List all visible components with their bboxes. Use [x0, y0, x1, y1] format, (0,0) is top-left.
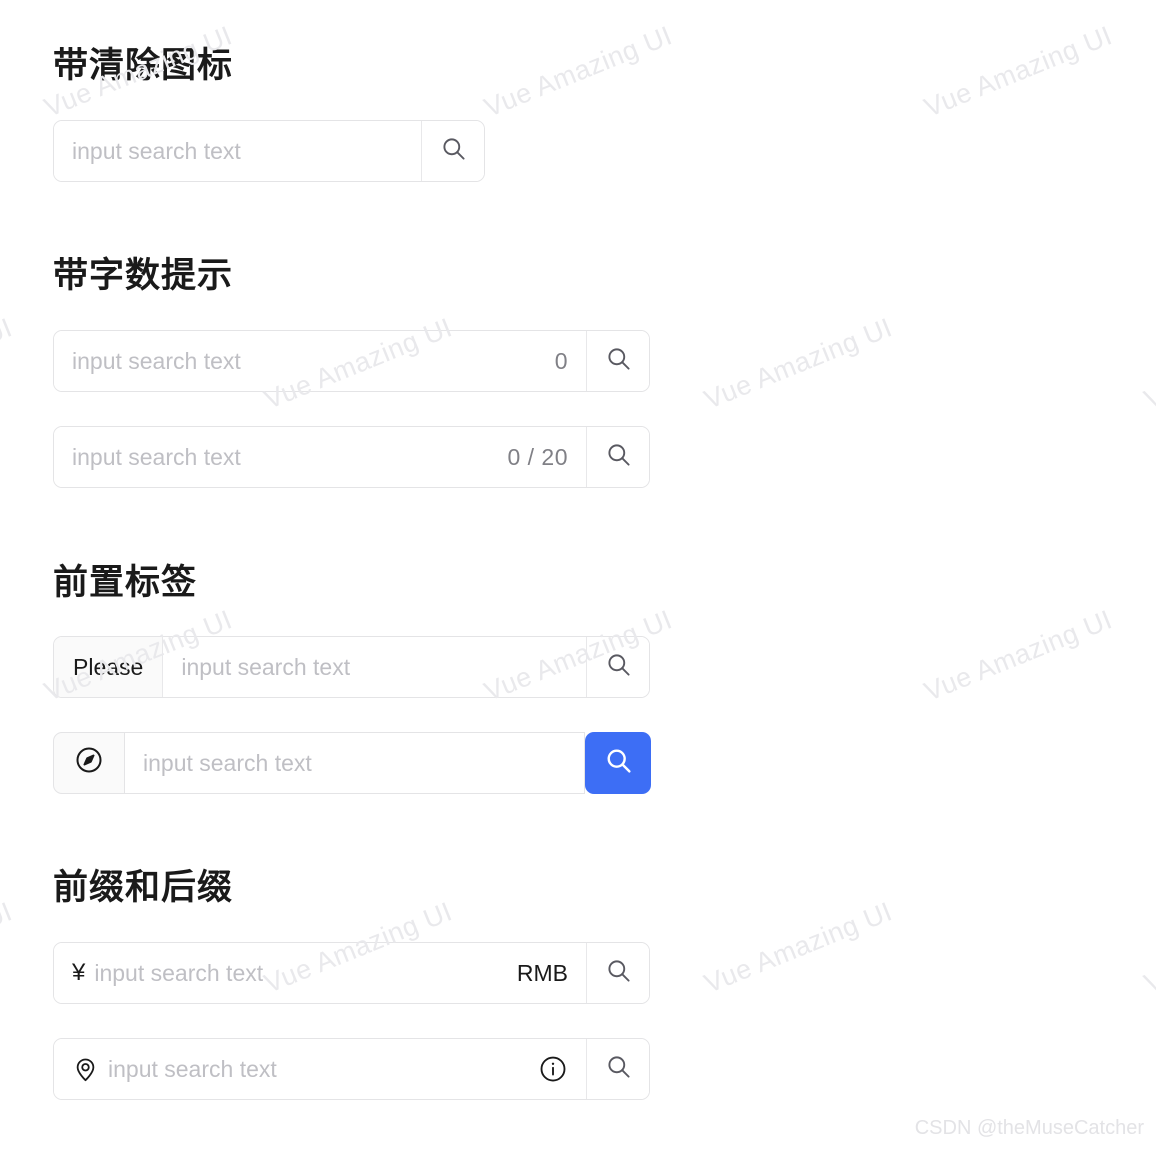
section-title: 带字数提示: [53, 256, 234, 295]
search-button[interactable]: [421, 121, 484, 181]
search-button[interactable]: [586, 331, 649, 391]
search-input-placeholder: input search text: [72, 443, 241, 470]
search-icon: [605, 651, 632, 683]
char-count: 0: [554, 347, 568, 374]
search-icon: [605, 957, 632, 989]
input-core[interactable]: input search text: [125, 732, 585, 794]
input-core[interactable]: input search text: [163, 637, 586, 697]
section-title: 前缀和后缀: [53, 868, 234, 907]
search-input-placeholder: input search text: [72, 347, 241, 374]
watermark-text: Vue Amazing UI: [1140, 896, 1156, 999]
char-count-max: 0 / 20: [507, 443, 568, 470]
search-icon: [440, 135, 467, 167]
search-input-addon-compass[interactable]: input search text: [53, 732, 651, 794]
input-core[interactable]: input search text: [54, 121, 421, 181]
search-input-placeholder: input search text: [143, 749, 312, 776]
input-core[interactable]: input search text 0 / 20: [54, 427, 586, 487]
suffix-label: RMB: [516, 959, 568, 986]
section-title: 前置标签: [53, 563, 198, 602]
search-icon: [605, 1053, 632, 1085]
search-input-placeholder: input search text: [94, 959, 264, 986]
search-icon: [605, 441, 632, 473]
watermark-text: Vue Amazing UI: [700, 312, 897, 415]
search-input-placeholder: input search text: [108, 1055, 277, 1082]
search-button[interactable]: [586, 637, 649, 697]
search-input-yen-rmb[interactable]: ¥ input search text RMB: [53, 942, 650, 1004]
input-addon-before[interactable]: [53, 732, 125, 794]
input-core[interactable]: input search text 0: [54, 331, 586, 391]
search-input-placeholder: input search text: [181, 653, 351, 680]
search-input-count[interactable]: input search text 0: [53, 330, 650, 392]
search-icon: [604, 746, 633, 780]
input-addon-before[interactable]: Please: [54, 637, 164, 697]
yen-symbol-icon: ¥: [72, 959, 86, 986]
watermark-text: Vue Amazing UI: [1140, 312, 1156, 415]
location-pin-icon: [72, 1056, 99, 1083]
search-icon: [605, 345, 632, 377]
input-core[interactable]: ¥ input search text RMB: [54, 943, 586, 1003]
watermark-text: Vue Amazing UI: [920, 604, 1117, 707]
addon-before-label: Please: [73, 653, 144, 680]
watermark-text: Vue Amazing UI: [700, 896, 897, 999]
search-input-maxcount[interactable]: input search text 0 / 20: [53, 426, 650, 488]
info-circle-icon[interactable]: [538, 1054, 568, 1084]
search-input-placeholder: input search text: [72, 137, 241, 164]
search-button[interactable]: [586, 1039, 649, 1099]
watermark-text: Vue Amazing UI: [0, 312, 17, 415]
watermark-text: Vue Amazing UI: [0, 896, 17, 999]
search-button[interactable]: [586, 427, 649, 487]
footer-credit: CSDN @theMuseCatcher: [914, 1117, 1144, 1139]
input-core[interactable]: input search text: [54, 1039, 586, 1099]
compass-icon: [74, 745, 104, 781]
watermark-text: Vue Amazing UI: [480, 20, 677, 123]
search-button[interactable]: [586, 943, 649, 1003]
search-input-addon-text[interactable]: Please input search text: [53, 636, 650, 698]
watermark-text: Vue Amazing UI: [920, 20, 1117, 123]
section-title: 带清除图标: [53, 46, 234, 85]
search-button[interactable]: [585, 732, 651, 794]
search-input-clearable[interactable]: input search text: [53, 120, 485, 182]
search-input-location-info[interactable]: input search text: [53, 1038, 650, 1100]
